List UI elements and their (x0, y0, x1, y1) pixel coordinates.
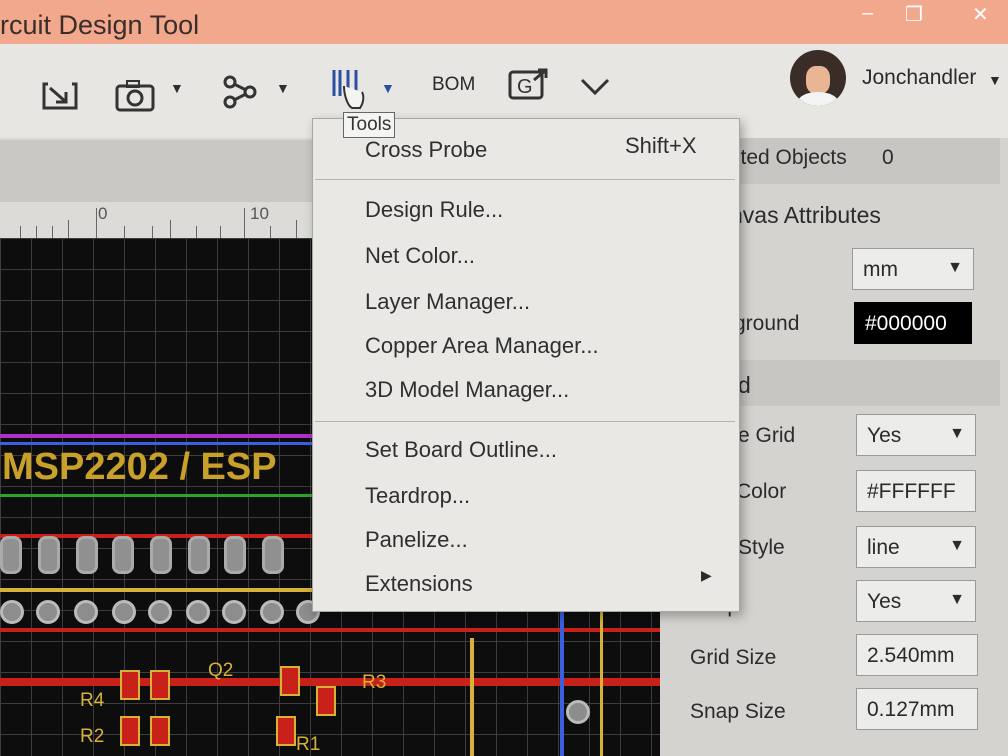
visible-grid-select[interactable]: Yes ▼ (856, 414, 976, 456)
menu-item-copper-area-manager[interactable]: Copper Area Manager... (365, 333, 599, 359)
silkscreen-label: R2 (80, 726, 105, 747)
chip-label: MSP2202 / ESP (2, 446, 277, 488)
grid-color-label: Color (736, 480, 787, 503)
tools-dropdown-icon[interactable]: ▼ (381, 80, 395, 96)
menu-item-teardrop[interactable]: Teardrop... (365, 483, 470, 509)
menu-item-panelize[interactable]: Panelize... (365, 527, 468, 553)
snap-size-field[interactable]: 0.127mm (856, 688, 978, 730)
units-select[interactable]: mm ▼ (852, 248, 974, 290)
silkscreen-label: Q2 (208, 660, 234, 681)
grid-style-label: Style (738, 536, 785, 559)
tools-tooltip: Tools (343, 112, 396, 138)
menu-item-layer-manager[interactable]: Layer Manager... (365, 289, 530, 315)
title-bar: ircuit Design Tool – ❐ ✕ (0, 0, 1008, 44)
grid-style-select[interactable]: line ▼ (856, 526, 976, 568)
cross-probe-shortcut: Shift+X (625, 133, 697, 158)
snap-select[interactable]: Yes ▼ (856, 580, 976, 622)
menu-item-design-rule[interactable]: Design Rule... (365, 197, 503, 223)
grid-size-field[interactable]: 2.540mm (856, 634, 978, 676)
grid-color-field[interactable]: #FFFFFF (856, 470, 976, 512)
close-button[interactable]: ✕ (972, 2, 989, 27)
import-icon[interactable] (40, 78, 80, 112)
export-gerber-icon[interactable]: G (508, 68, 550, 102)
tools-icon[interactable] (330, 68, 366, 112)
camera-dropdown-icon[interactable]: ▼ (170, 80, 184, 96)
restore-button[interactable]: ❐ (905, 2, 923, 27)
selected-count: 0 (882, 146, 894, 169)
visible-grid-label: e Grid (738, 424, 796, 447)
app-title: ircuit Design Tool (0, 10, 200, 40)
svg-text:G: G (517, 76, 533, 98)
tools-menu: Cross Probe Shift+X Design Rule... Net C… (312, 118, 740, 612)
share-network-icon[interactable] (222, 74, 258, 110)
menu-item-net-color[interactable]: Net Color... (365, 243, 475, 269)
silkscreen-label: R3 (362, 672, 387, 693)
ruler-label: 0 (98, 204, 108, 223)
camera-icon[interactable] (114, 78, 158, 112)
user-dropdown-icon[interactable]: ▼ (988, 72, 1002, 88)
avatar[interactable] (790, 50, 846, 106)
silkscreen-label: R4 (80, 690, 105, 711)
snap-size-label: Snap Size (690, 700, 786, 723)
menu-item-cross-probe[interactable]: Cross Probe (365, 137, 487, 163)
background-label: ground (734, 312, 800, 335)
canvas-attributes-heading: nvas Attributes (730, 202, 881, 228)
menu-item-3d-model-manager[interactable]: 3D Model Manager... (365, 377, 569, 403)
grid-size-label: Grid Size (690, 646, 777, 669)
silkscreen-label: R1 (296, 734, 321, 755)
submenu-arrow-icon: ▶ (701, 567, 712, 583)
menu-item-extensions[interactable]: Extensions (365, 571, 473, 597)
bom-button[interactable]: BOM (432, 74, 475, 96)
background-color-field[interactable]: #000000 (854, 302, 972, 344)
menu-item-set-board-outline[interactable]: Set Board Outline... (365, 437, 557, 463)
user-menu[interactable]: Jonchandler (862, 66, 976, 90)
ruler-label: 10 (250, 204, 269, 223)
network-dropdown-icon[interactable]: ▼ (276, 80, 290, 96)
minimize-button[interactable]: – (862, 2, 873, 25)
ruler: 0 10 (0, 202, 312, 239)
chevron-down-icon[interactable] (580, 78, 610, 96)
